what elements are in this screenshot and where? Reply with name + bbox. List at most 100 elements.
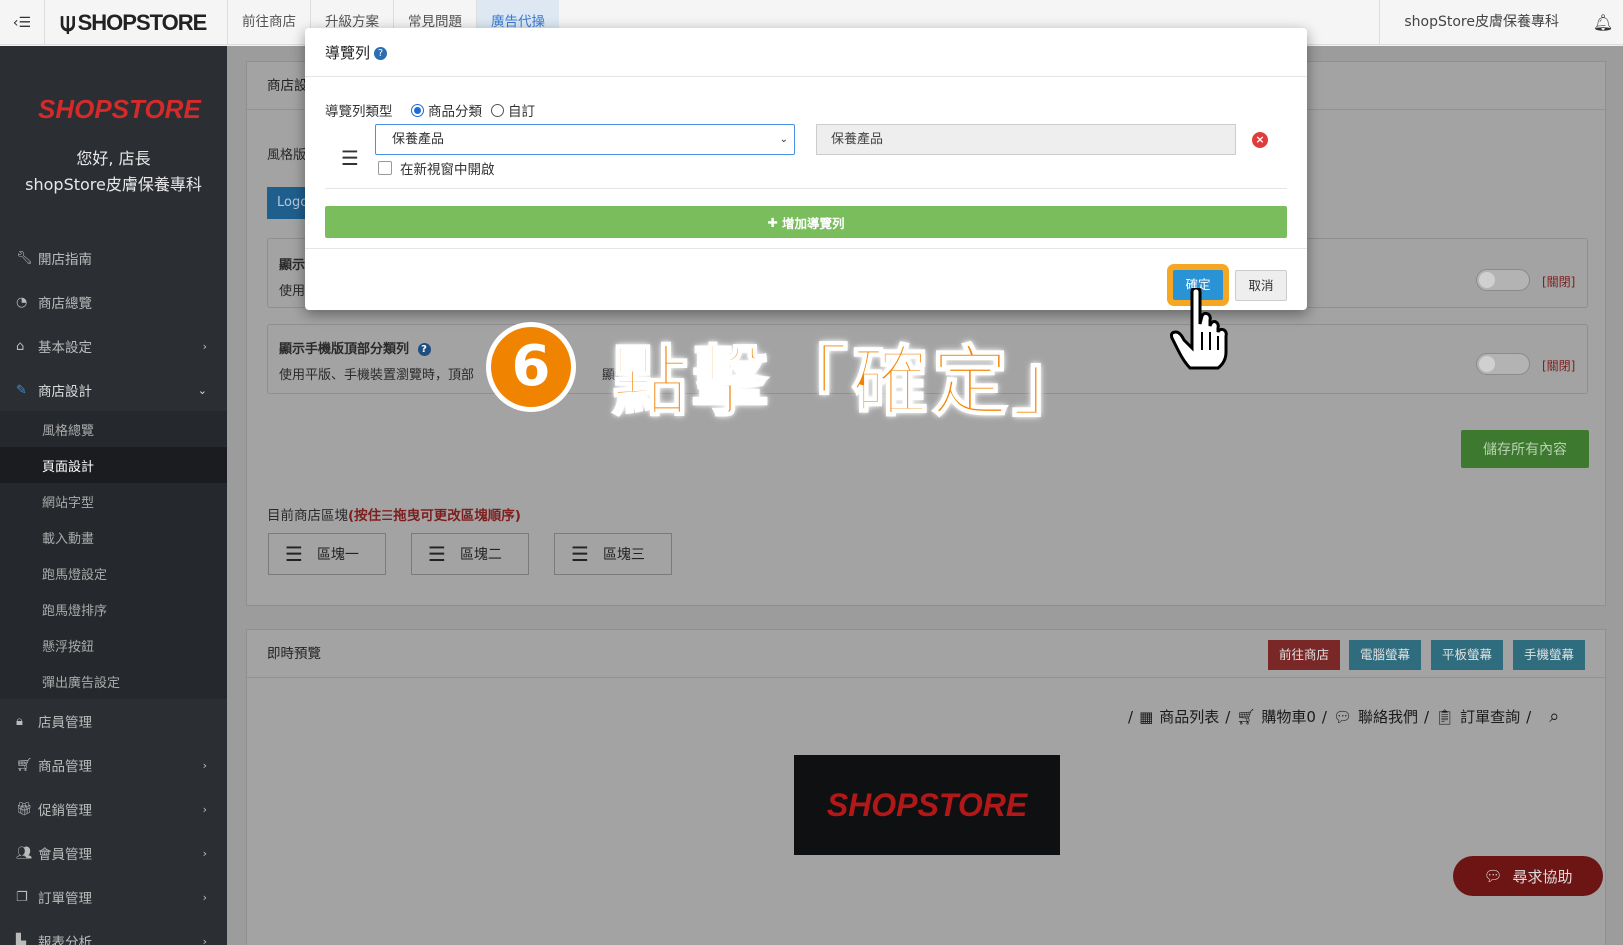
row1-desc: 使用 — [279, 284, 306, 299]
sidebar-sub-float-button[interactable]: 懸浮按鈕 — [0, 627, 227, 663]
bar-chart-icon: ▙ — [16, 933, 26, 945]
greeting-text: 您好, 店長 — [76, 149, 151, 168]
blocks-title: 目前商店區塊(按住☰拖曳可更改區塊順序) — [267, 508, 521, 524]
row2-toggle[interactable] — [1476, 353, 1530, 375]
block-label: 區塊一 — [316, 547, 359, 563]
preview-tablet-button[interactable]: 平板螢幕 — [1431, 640, 1504, 670]
nav-modal: 導覽列? 導覽列類型 商品分類 自訂 ☰ 保養產品 ⌄ 保養產品 × 在新視窗中開… — [305, 28, 1307, 310]
lock-icon: 🔒︎ — [16, 713, 23, 729]
chevron-down-icon: ⌄ — [197, 383, 207, 397]
bell-icon[interactable]: 🔔︎ — [1583, 13, 1623, 32]
radio-dot[interactable] — [491, 103, 504, 117]
modal-divider — [325, 188, 1287, 189]
sidebar-item-orders[interactable]: ❐ 訂單管理 › — [0, 877, 227, 917]
preview-store-nav: / ▦ 商品列表 / 🛒︎ 購物車0 / 💬︎ 聯絡我們 / 📋︎ 訂單查詢 / ⌕ — [1128, 706, 1559, 727]
radio-category[interactable]: 商品分類 — [411, 100, 482, 120]
preview-nav-orders[interactable]: 訂單查詢 — [1460, 706, 1520, 727]
block-item[interactable]: ☰ 區塊一 — [268, 533, 386, 575]
sidebar-logo: SHOPSTORE — [38, 94, 201, 124]
sidebar-sub-page-design[interactable]: 頁面設計 — [0, 447, 227, 483]
add-nav-label: 增加導覽列 — [781, 215, 845, 231]
help-button[interactable]: 💬︎ 尋求協助 — [1453, 856, 1603, 896]
chevron-right-icon: › — [202, 846, 207, 860]
preview-nav-products[interactable]: 商品列表 — [1159, 706, 1219, 727]
question-icon[interactable]: ? — [374, 47, 388, 60]
chevron-right-icon: › — [202, 934, 207, 945]
brand-logo[interactable]: ⍦ SHOPSTORE — [60, 7, 215, 38]
copy-icon: ❐ — [16, 889, 28, 905]
sidebar-item-label: 商店設計 — [38, 384, 92, 400]
nav-name-input[interactable]: 保養產品 — [816, 124, 1236, 155]
drag-handle-icon: ☰ — [428, 542, 446, 566]
clipboard-icon: 📋︎ — [1435, 707, 1455, 726]
nav-divider: / — [1225, 707, 1231, 726]
sidebar-sub-marquee-order[interactable]: 跑馬燈排序 — [0, 591, 227, 627]
sidebar-sub-popup-ad[interactable]: 彈出廣告設定 — [0, 663, 227, 699]
sidebar-item-label: 商品管理 — [38, 759, 92, 775]
nav-type-label: 導覽列類型 — [325, 104, 393, 120]
preview-mobile-button[interactable]: 手機螢幕 — [1513, 640, 1586, 670]
nav-link-store[interactable]: 前往商店 — [227, 0, 310, 45]
drag-handle-icon[interactable]: ☰ — [341, 146, 359, 170]
shop-name-menu[interactable]: shopStore皮膚保養專科 — [1379, 0, 1583, 45]
sidebar-item-members[interactable]: 👥︎ 會員管理 › — [0, 833, 227, 873]
sidebar-item-label: 開店指南 — [38, 252, 92, 268]
nav-divider: / — [1128, 707, 1134, 726]
row1-title: 顯示 — [279, 258, 306, 273]
sidebar-sub-marquee[interactable]: 跑馬燈設定 — [0, 555, 227, 591]
sidebar-sub-style[interactable]: 風格總覽 — [0, 411, 227, 447]
sidebar-item-label: 基本設定 — [38, 340, 92, 356]
sidebar-item-staff[interactable]: 🔒︎ 店員管理 — [0, 701, 227, 741]
menu-toggle-icon[interactable]: ‹☰ — [0, 0, 45, 45]
modal-divider — [305, 248, 1307, 249]
sidebar-item-products[interactable]: 🛒︎ 商品管理 › — [0, 745, 227, 785]
drag-handle-icon: ☰ — [285, 542, 303, 566]
sidebar-item-design[interactable]: ✎ 商店設計 ⌄ — [0, 370, 227, 410]
preview-nav-cart[interactable]: 購物車0 — [1261, 706, 1316, 727]
sidebar-item-label: 訂單管理 — [38, 891, 92, 907]
logo-button[interactable]: Logo — [267, 187, 308, 219]
drag-handle-icon: ☰ — [571, 542, 589, 566]
category-select[interactable]: 保養產品 ⌄ — [375, 124, 795, 155]
sidebar-item-label: 店員管理 — [38, 715, 92, 731]
search-icon[interactable]: ⌕ — [1549, 706, 1559, 727]
nav-divider: / — [1526, 707, 1532, 726]
radio-category-label: 商品分類 — [428, 104, 482, 120]
chevron-right-icon: › — [202, 758, 207, 772]
row2-off-label: [關閉] — [1542, 359, 1576, 373]
preview-store-logo: SHOPSTORE — [794, 755, 1060, 855]
sidebar-item-promotions[interactable]: 🎁︎ 促銷管理 › — [0, 789, 227, 829]
sidebar-item-label: 報表分析 — [38, 935, 92, 945]
modal-title: 導覽列? — [325, 42, 388, 63]
gift-icon: 🎁︎ — [16, 801, 33, 817]
new-window-checkbox[interactable]: 在新視窗中開啟 — [378, 158, 495, 178]
save-all-button[interactable]: 儲存所有內容 — [1461, 430, 1589, 468]
chat-help-icon: 💬︎ — [1483, 867, 1503, 885]
preview-store-button[interactable]: 前往商店 — [1268, 640, 1341, 670]
brush-icon: ✎ — [16, 382, 27, 398]
cart-icon: 🛒︎ — [1236, 707, 1256, 726]
radio-dot-selected[interactable] — [411, 103, 424, 117]
radio-custom[interactable]: 自訂 — [491, 100, 535, 120]
preview-desktop-button[interactable]: 電腦螢幕 — [1349, 640, 1422, 670]
step-number-badge: 6 — [486, 322, 576, 412]
sidebar-item-guide[interactable]: 🔧︎ 開店指南 — [0, 238, 227, 278]
checkbox[interactable] — [378, 161, 392, 175]
row2-desc: 使用平版、手機裝置瀏覽時，頂部 顯示可 — [279, 368, 642, 383]
block-item[interactable]: ☰ 區塊二 — [411, 533, 529, 575]
remove-icon[interactable]: × — [1252, 132, 1268, 148]
sidebar-item-basic[interactable]: ⌂ 基本設定 › — [0, 326, 227, 366]
sidebar-item-reports[interactable]: ▙ 報表分析 › — [0, 921, 227, 945]
sidebar-sub-font[interactable]: 網站字型 — [0, 483, 227, 519]
sidebar-item-label: 會員管理 — [38, 847, 92, 863]
sidebar-item-overview[interactable]: ◔ 商店總覽 — [0, 282, 227, 322]
add-nav-button[interactable]: ✚ 增加導覽列 — [325, 206, 1287, 238]
block-item[interactable]: ☰ 區塊三 — [554, 533, 672, 575]
sidebar-sub-loading[interactable]: 載入動畫 — [0, 519, 227, 555]
cancel-button[interactable]: 取消 — [1235, 270, 1287, 301]
sidebar-shop-name: shopStore皮膚保養專科 — [25, 175, 202, 194]
preview-nav-contact[interactable]: 聯絡我們 — [1358, 706, 1418, 727]
row1-toggle[interactable] — [1476, 269, 1530, 291]
sidebar-item-label: 商店總覽 — [38, 296, 92, 312]
help-button-label: 尋求協助 — [1512, 867, 1573, 886]
